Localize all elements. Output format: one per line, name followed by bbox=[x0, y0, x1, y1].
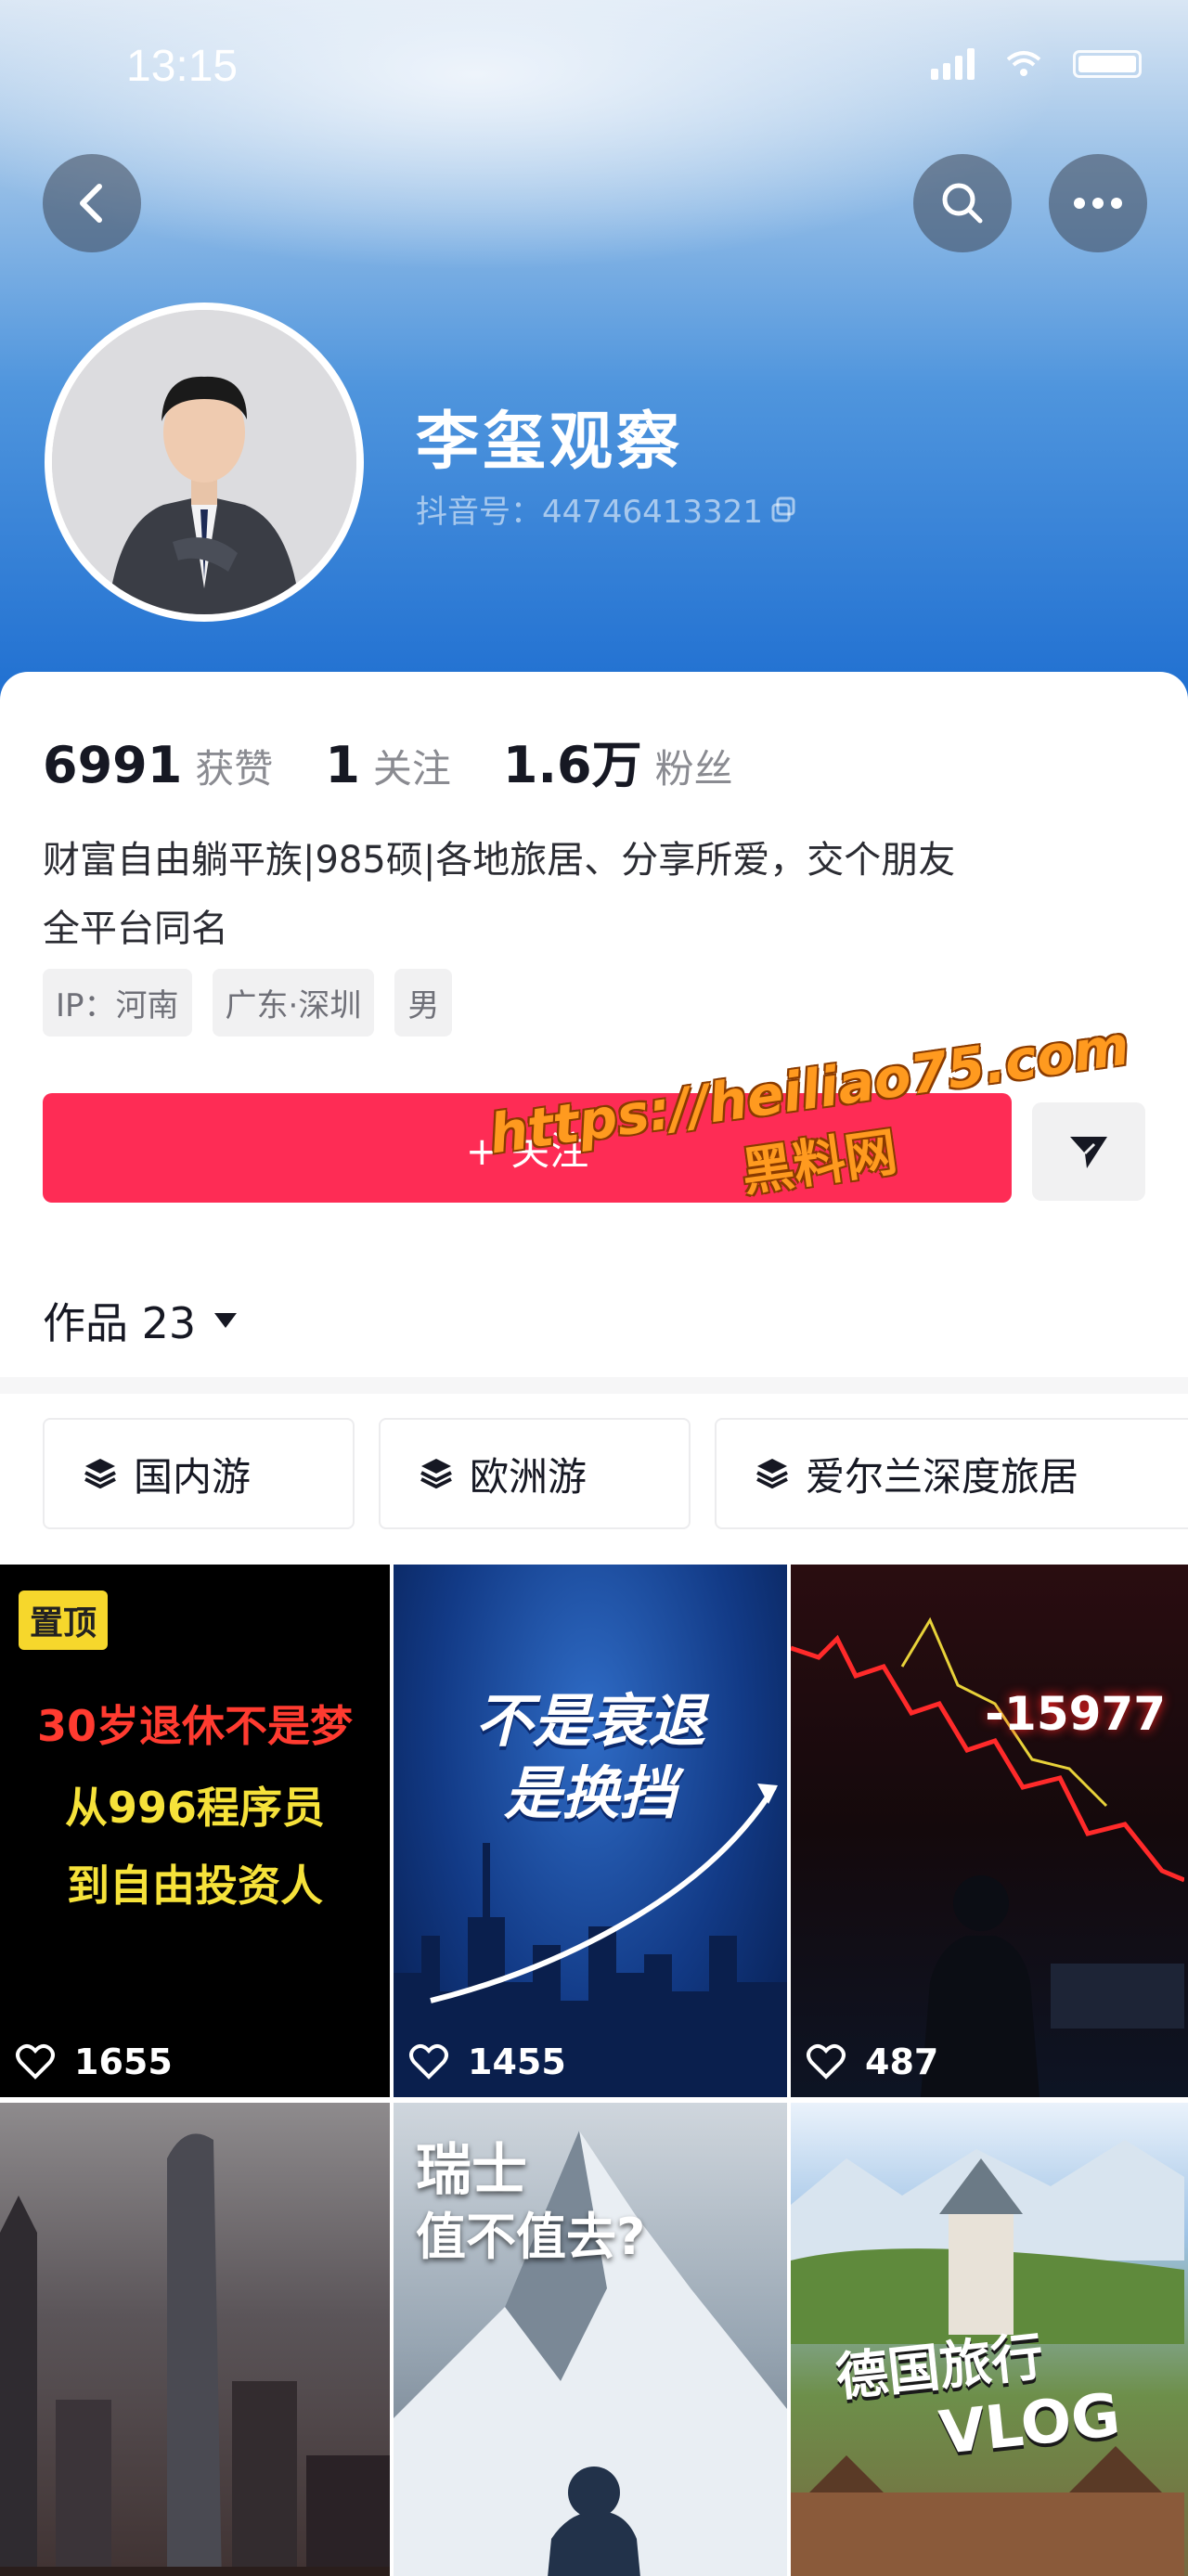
bio-line: 财富自由躺平族|985硕|各地旅居、分享所爱，交个朋友 bbox=[43, 839, 956, 882]
stat-label: 关注 bbox=[372, 746, 451, 792]
heart-icon bbox=[409, 2044, 448, 2080]
status-time: 13:15 bbox=[126, 42, 239, 91]
collection-chip-domestic[interactable]: 国内游 bbox=[43, 1418, 355, 1529]
stat-label: 粉丝 bbox=[654, 746, 733, 792]
more-button[interactable] bbox=[1049, 154, 1147, 252]
collection-chip-europe[interactable]: 欧洲游 bbox=[379, 1418, 691, 1529]
search-button[interactable] bbox=[913, 154, 1012, 252]
video-title-line: 30岁退休不是梦 bbox=[36, 1701, 353, 1751]
video-title-line: 不是衰退 bbox=[474, 1687, 705, 1755]
copy-icon[interactable] bbox=[770, 496, 796, 522]
video-card[interactable]: 德国旅行 VLOG bbox=[791, 2103, 1188, 2576]
video-card[interactable] bbox=[0, 2103, 394, 2576]
more-icon bbox=[1074, 198, 1122, 209]
heart-icon bbox=[16, 2044, 55, 2080]
layers-icon bbox=[756, 1459, 788, 1489]
stat-likes[interactable]: 6991 获赞 bbox=[43, 736, 273, 794]
douyin-id-text: 抖音号：44746413321 bbox=[416, 494, 763, 531]
video-title-line: 从996程序员 bbox=[64, 1783, 326, 1833]
collection-chip-label: 欧洲游 bbox=[470, 1453, 588, 1500]
back-button[interactable] bbox=[43, 154, 141, 252]
layers-icon bbox=[420, 1459, 452, 1489]
search-icon bbox=[942, 183, 983, 224]
avatar-portrait bbox=[52, 310, 356, 614]
video-likes: 487 bbox=[806, 2041, 938, 2082]
video-likes-count: 1455 bbox=[468, 2041, 566, 2082]
stat-value: 1 bbox=[325, 736, 360, 794]
video-card[interactable]: 置顶 30岁退休不是梦 从996程序员 到自由投资人 1655 bbox=[0, 1565, 394, 2097]
nickname: 李玺观察 bbox=[416, 406, 684, 479]
battery-icon bbox=[1073, 50, 1142, 78]
video-thumbnail-art bbox=[0, 2133, 390, 2576]
wifi-icon bbox=[1006, 51, 1041, 76]
profile-header: 13:15 李玺观察 抖音号：44746413321 bbox=[0, 0, 1188, 705]
stat-value: 1.6万 bbox=[502, 736, 642, 794]
video-likes: 1455 bbox=[408, 2041, 566, 2082]
signal-icon bbox=[931, 48, 975, 80]
divider bbox=[0, 1377, 1188, 1394]
video-card[interactable]: 不是衰退 是换挡 1455 bbox=[394, 1565, 791, 2097]
layers-icon bbox=[84, 1459, 116, 1489]
video-card[interactable]: -15977 487 bbox=[791, 1565, 1188, 2097]
avatar[interactable] bbox=[45, 303, 364, 622]
profile-card: 6991 获赞 1 关注 1.6万 粉丝 财富自由躺平族|985硕|各地旅居、分… bbox=[0, 672, 1188, 2576]
collection-chips: 国内游 欧洲游 爱尔兰深度旅居 bbox=[43, 1418, 1188, 1529]
video-thumbnail-art bbox=[394, 1784, 787, 2097]
video-overlay-text: -15977 bbox=[985, 1687, 1166, 1741]
stat-following[interactable]: 1 关注 bbox=[325, 736, 451, 794]
tag-location: 广东·深圳 bbox=[212, 969, 375, 1037]
video-likes-count: 1655 bbox=[74, 2041, 173, 2082]
caret-down-icon bbox=[214, 1313, 238, 1328]
video-thumbnail-art bbox=[791, 1616, 1184, 2097]
profile-tags: IP：河南 广东·深圳 男 bbox=[43, 969, 453, 1037]
video-grid: 置顶 30岁退休不是梦 从996程序员 到自由投资人 1655 不是衰退 是换挡… bbox=[0, 1565, 1188, 2576]
video-title-line: 值不值去? bbox=[416, 2208, 646, 2266]
tab-works[interactable]: 作品 23 bbox=[43, 1290, 238, 1351]
stat-label: 获赞 bbox=[195, 746, 274, 792]
status-icons bbox=[931, 48, 1142, 80]
video-title-line: 是换挡 bbox=[503, 1759, 677, 1827]
stat-followers[interactable]: 1.6万 粉丝 bbox=[503, 724, 733, 797]
collection-chip-label: 国内游 bbox=[134, 1453, 252, 1500]
stats-row: 6991 获赞 1 关注 1.6万 粉丝 bbox=[43, 724, 785, 797]
video-title-line: 瑞士 bbox=[416, 2138, 527, 2203]
stat-value: 6991 bbox=[43, 736, 183, 794]
collection-chip-ireland[interactable]: 爱尔兰深度旅居 bbox=[715, 1418, 1188, 1529]
douyin-id[interactable]: 抖音号：44746413321 bbox=[416, 486, 796, 532]
bio: 财富自由躺平族|985硕|各地旅居、分享所爱，交个朋友 全平台同名 bbox=[43, 826, 1156, 963]
video-card[interactable]: 瑞士 值不值去? bbox=[394, 2103, 791, 2576]
tab-works-label: 作品 23 bbox=[43, 1298, 197, 1348]
video-likes-count: 487 bbox=[865, 2041, 939, 2082]
bio-line: 全平台同名 bbox=[43, 908, 228, 950]
heart-icon bbox=[807, 2044, 846, 2080]
video-title-line: 到自由投资人 bbox=[67, 1861, 323, 1911]
video-likes: 1655 bbox=[15, 2041, 173, 2082]
pinned-badge: 置顶 bbox=[19, 1591, 109, 1650]
tag-ip: IP：河南 bbox=[43, 969, 192, 1037]
chevron-left-icon bbox=[80, 184, 102, 223]
tag-gender: 男 bbox=[394, 969, 453, 1037]
collection-chip-label: 爱尔兰深度旅居 bbox=[806, 1453, 1079, 1500]
